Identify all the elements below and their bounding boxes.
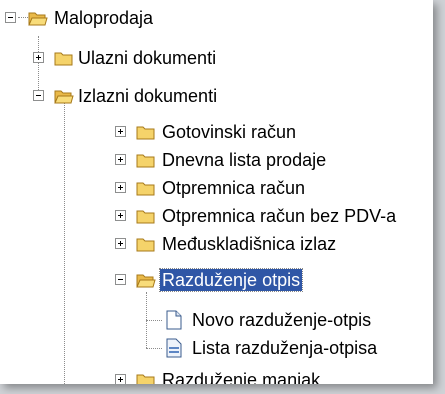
tree-node-ulazni-dokumenti[interactable]: Ulazni dokumenti — [0, 46, 280, 74]
tree-leaf-novo-razduzenje-otpis[interactable]: Novo razduženje-otpis — [0, 308, 433, 336]
collapse-icon[interactable] — [5, 12, 16, 23]
collapse-icon[interactable] — [33, 90, 44, 101]
tree-node-label: Razduženje manjak — [162, 370, 321, 384]
expand-icon[interactable] — [115, 126, 126, 137]
tree-node-otpremnica-racun-bez-pdv[interactable]: Otpremnica račun bez PDV-a — [0, 204, 433, 232]
tree-leaf-lista-razduzenja-otpisa[interactable]: Lista razduženja-otpisa — [0, 336, 433, 364]
tree-leaf-label: Novo razduženje-otpis — [192, 310, 372, 330]
tree-node-label: Otpremnica račun bez PDV-a — [162, 206, 397, 226]
tree-leaf-label: Lista razduženja-otpisa — [192, 338, 378, 358]
tree-node-izlazni-dokumenti[interactable]: Izlazni dokumenti — [0, 84, 280, 112]
folder-icon — [136, 238, 155, 252]
tree-node-label: Dnevna lista prodaje — [162, 150, 327, 170]
folder-icon — [136, 182, 155, 196]
tree-node-label: Međuskladišnica izlaz — [162, 234, 337, 254]
collapse-icon[interactable] — [115, 274, 126, 285]
tree-node-maloprodaja[interactable]: Maloprodaja — [0, 6, 240, 34]
tree-node-meduskladisnica-izlaz[interactable]: Međuskladišnica izlaz — [0, 232, 380, 260]
expand-icon[interactable] — [115, 374, 126, 384]
expand-icon[interactable] — [33, 52, 44, 63]
tree-node-dnevna-lista-prodaje[interactable]: Dnevna lista prodaje — [0, 148, 360, 176]
document-tree: Maloprodaja Ulazni dokumenti Izlazni dok… — [0, 0, 433, 384]
tree-node-otpremnica-racun[interactable]: Otpremnica račun — [0, 176, 340, 204]
folder-open-icon — [28, 12, 48, 26]
tree-node-label: Izlazni dokumenti — [78, 86, 218, 106]
expand-icon[interactable] — [115, 154, 126, 165]
expand-icon[interactable] — [115, 210, 126, 221]
folder-icon — [136, 126, 155, 140]
expand-icon[interactable] — [115, 238, 126, 249]
folder-icon — [136, 210, 155, 224]
tree-node-razduzenje-manjak[interactable]: Razduženje manjak — [0, 368, 360, 384]
new-document-icon — [166, 310, 182, 330]
tree-node-label: Gotovinski račun — [162, 122, 297, 142]
tree-node-label-selected: Razduženje otpis — [158, 268, 304, 292]
document-list-icon — [166, 338, 182, 358]
tree-node-label: Maloprodaja — [54, 8, 154, 28]
tree-node-label: Otpremnica račun — [162, 178, 306, 198]
folder-open-icon — [54, 90, 74, 104]
expand-icon[interactable] — [115, 182, 126, 193]
folder-icon — [136, 374, 155, 384]
folder-icon — [54, 52, 73, 66]
tree-node-gotovinski-racun[interactable]: Gotovinski račun — [0, 120, 320, 148]
tree-node-razduzenje-otpis[interactable]: Razduženje otpis — [0, 268, 360, 296]
folder-open-icon — [136, 274, 156, 288]
tree-node-label: Ulazni dokumenti — [78, 48, 217, 68]
tree-panel: Maloprodaja Ulazni dokumenti Izlazni dok… — [0, 0, 433, 384]
folder-icon — [136, 154, 155, 168]
